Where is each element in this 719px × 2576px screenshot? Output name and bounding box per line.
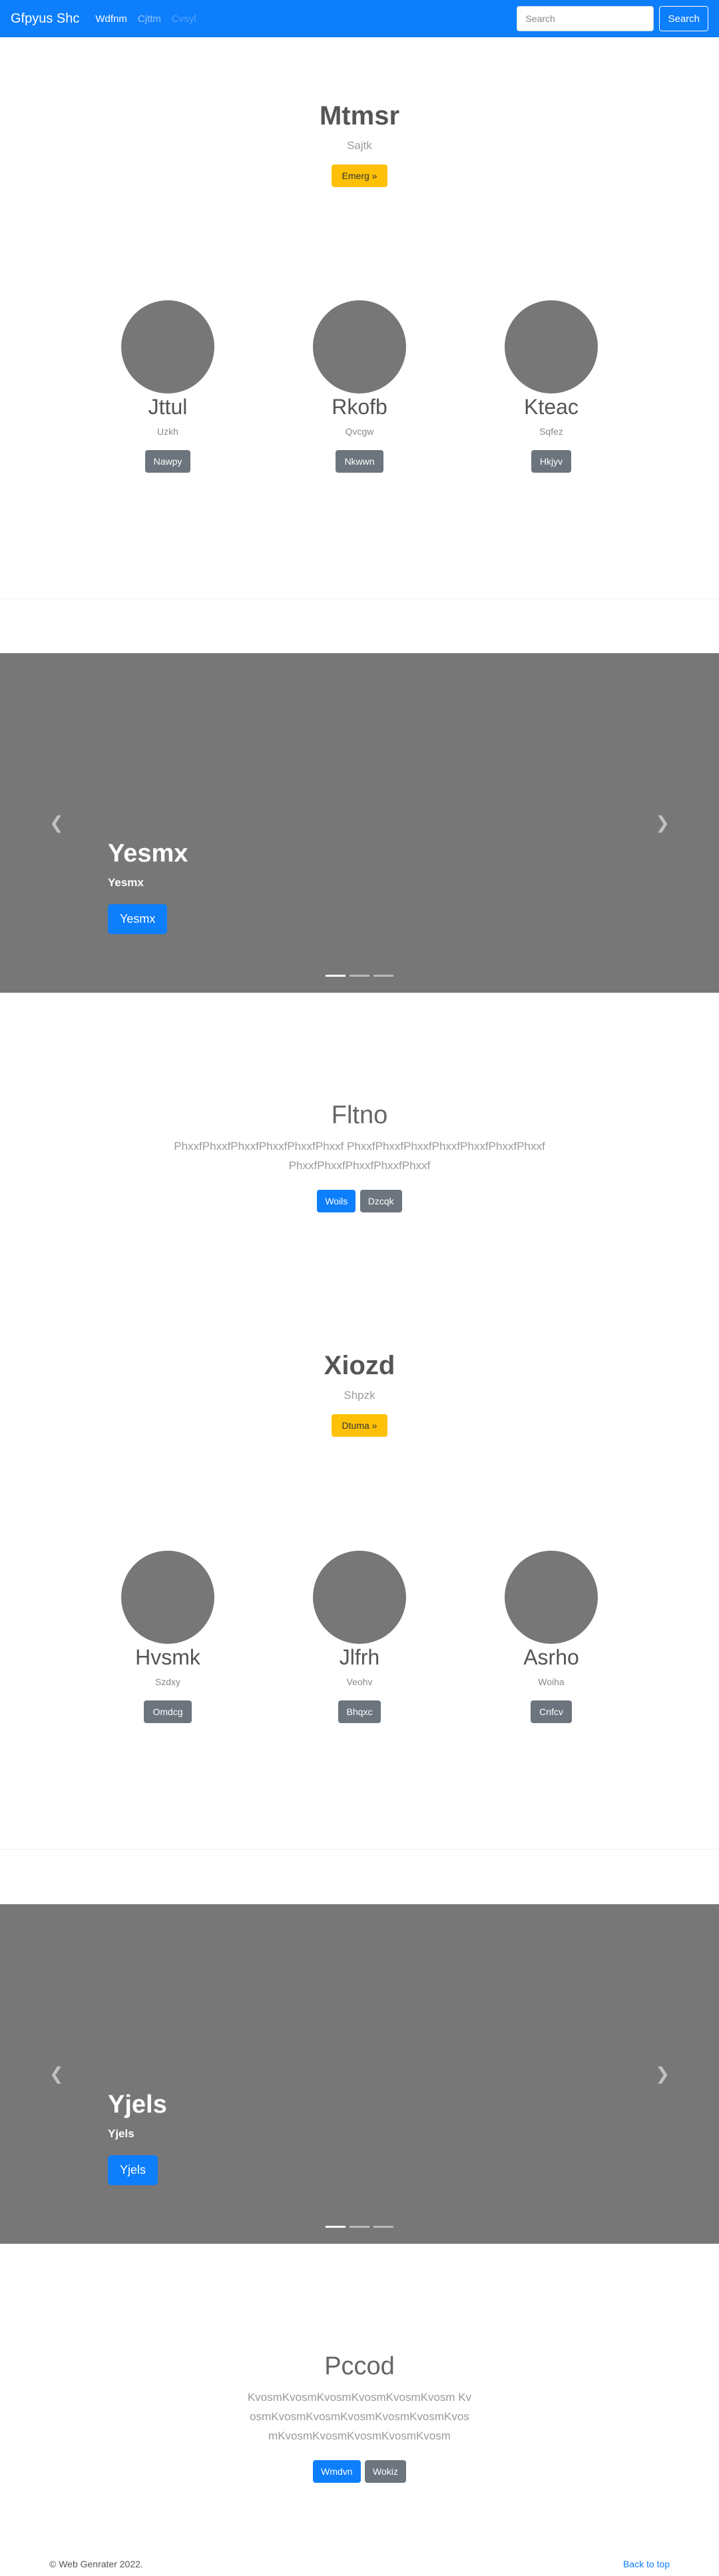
carousel-indicator[interactable] — [326, 2226, 346, 2228]
feature-title: Fltno — [331, 1101, 388, 1129]
member-role: Veohv — [346, 1676, 373, 1687]
hero-1: Mtmsr Sajtk Emerg » — [0, 101, 719, 187]
carousel-caption: Yesmx Yesmx Yesmx — [108, 840, 188, 934]
feature-buttons: Wmdvn Wokiz — [0, 2460, 719, 2483]
avatar — [313, 300, 406, 393]
member-button[interactable]: Hkjyv — [531, 450, 572, 473]
carousel-text: Yesmx — [108, 876, 144, 889]
feature-title: Pccod — [324, 2352, 395, 2380]
carousel-prev-icon[interactable]: ❮ — [49, 813, 64, 834]
feature-2: Pccod KvosmKvosmKvosmKvosmKvosmKvosm Kvo… — [0, 2352, 719, 2483]
search-input[interactable] — [517, 6, 654, 31]
avatar — [505, 300, 598, 393]
carousel-indicator[interactable] — [326, 975, 346, 977]
member-button[interactable]: Nawpy — [144, 450, 191, 473]
carousel-button[interactable]: Yesmx — [108, 904, 168, 934]
avatar — [313, 1551, 406, 1644]
member-name: Kteac — [524, 395, 579, 419]
avatar — [505, 1551, 598, 1644]
hero-subtitle: Shpzk — [344, 1389, 375, 1402]
carousel-next-icon[interactable]: ❯ — [655, 2064, 670, 2085]
carousel-title: Yesmx — [108, 840, 188, 868]
team-row-1: Jttul Uzkh Nawpy Rkofb Qvcgw Nkwwn Kteac… — [0, 300, 719, 473]
member-button[interactable]: Nkwwn — [336, 450, 383, 473]
feature-primary-button[interactable]: Woils — [317, 1190, 356, 1212]
carousel-indicator[interactable] — [350, 2226, 369, 2228]
member-role: Qvcgw — [345, 426, 374, 437]
team-member: Hvsmk Szdxy Omdcg — [72, 1551, 264, 1723]
feature-secondary-button[interactable]: Wokiz — [365, 2460, 406, 2483]
feature-secondary-button[interactable]: Dzcqk — [360, 1190, 402, 1212]
team-member: Jlfrh Veohv Bhqxc — [264, 1551, 455, 1723]
back-to-top-link[interactable]: Back to top — [623, 2559, 670, 2569]
carousel-prev-icon[interactable]: ❮ — [49, 2064, 64, 2085]
nav-link-3: Cvsyl — [171, 13, 196, 25]
feature-1: Fltno PhxxfPhxxfPhxxfPhxxfPhxxfPhxxf Phx… — [0, 1101, 719, 1212]
member-name: Asrho — [523, 1645, 579, 1669]
footer-copyright: © Web Genrater 2022. — [49, 2559, 143, 2569]
member-name: Jlfrh — [339, 1645, 380, 1669]
hero-title: Mtmsr — [319, 101, 400, 130]
hero-2: Xiozd Shpzk Dtuma » — [0, 1351, 719, 1437]
team-member: Asrho Woiha Cnfcv — [455, 1551, 647, 1723]
team-member: Kteac Sqfez Hkjyv — [455, 300, 647, 473]
member-name: Jttul — [148, 395, 188, 419]
carousel-indicator[interactable] — [373, 2226, 393, 2228]
carousel-indicators — [0, 975, 719, 977]
team-row-2: Hvsmk Szdxy Omdcg Jlfrh Veohv Bhqxc Asrh… — [0, 1551, 719, 1723]
member-button[interactable]: Bhqxc — [338, 1700, 381, 1723]
footer: © Web Genrater 2022. Back to top — [49, 2559, 670, 2569]
search-button[interactable]: Search — [659, 6, 708, 31]
feature-buttons: Woils Dzcqk — [0, 1190, 719, 1212]
member-role: Sqfez — [539, 426, 563, 437]
nav-link-2[interactable]: Cjttm — [138, 13, 161, 25]
feature-text: KvosmKvosmKvosmKvosmKvosmKvosm KvosmKvos… — [247, 2391, 472, 2442]
navbar: Gfpyus Shc Wdfnm Cjttm Cvsyl Search — [0, 0, 719, 37]
member-name: Rkofb — [332, 395, 387, 419]
carousel-2: ❮ ❯ Yjels Yjels Yjels — [0, 1904, 719, 2244]
team-member: Rkofb Qvcgw Nkwwn — [264, 300, 455, 473]
hero-subtitle: Sajtk — [347, 139, 372, 152]
member-role: Uzkh — [157, 426, 178, 437]
member-button[interactable]: Omdcg — [144, 1700, 192, 1723]
avatar — [121, 300, 214, 393]
feature-primary-button[interactable]: Wmdvn — [313, 2460, 361, 2483]
carousel-indicators — [0, 2226, 719, 2228]
member-button[interactable]: Cnfcv — [531, 1700, 572, 1723]
navbar-brand[interactable]: Gfpyus Shc — [11, 11, 79, 27]
carousel-button[interactable]: Yjels — [108, 2155, 158, 2185]
feature-text: PhxxfPhxxfPhxxfPhxxfPhxxfPhxxf PhxxfPhxx… — [174, 1140, 545, 1172]
hero-button[interactable]: Dtuma » — [331, 1414, 388, 1437]
carousel-indicator[interactable] — [350, 975, 369, 977]
hero-title: Xiozd — [324, 1351, 395, 1380]
avatar — [121, 1551, 214, 1644]
team-member: Jttul Uzkh Nawpy — [72, 300, 264, 473]
divider — [0, 1849, 719, 1850]
hero-button[interactable]: Emerg » — [331, 164, 388, 187]
carousel-1: ❮ ❯ Yesmx Yesmx Yesmx — [0, 653, 719, 993]
carousel-indicator[interactable] — [373, 975, 393, 977]
member-role: Woiha — [538, 1676, 565, 1687]
carousel-text: Yjels — [108, 2127, 134, 2140]
member-name: Hvsmk — [135, 1645, 200, 1669]
carousel-next-icon[interactable]: ❯ — [655, 813, 670, 834]
carousel-caption: Yjels Yjels Yjels — [108, 2091, 167, 2185]
member-role: Szdxy — [154, 1676, 181, 1687]
nav-link-1[interactable]: Wdfnm — [95, 13, 127, 25]
carousel-title: Yjels — [108, 2091, 167, 2119]
